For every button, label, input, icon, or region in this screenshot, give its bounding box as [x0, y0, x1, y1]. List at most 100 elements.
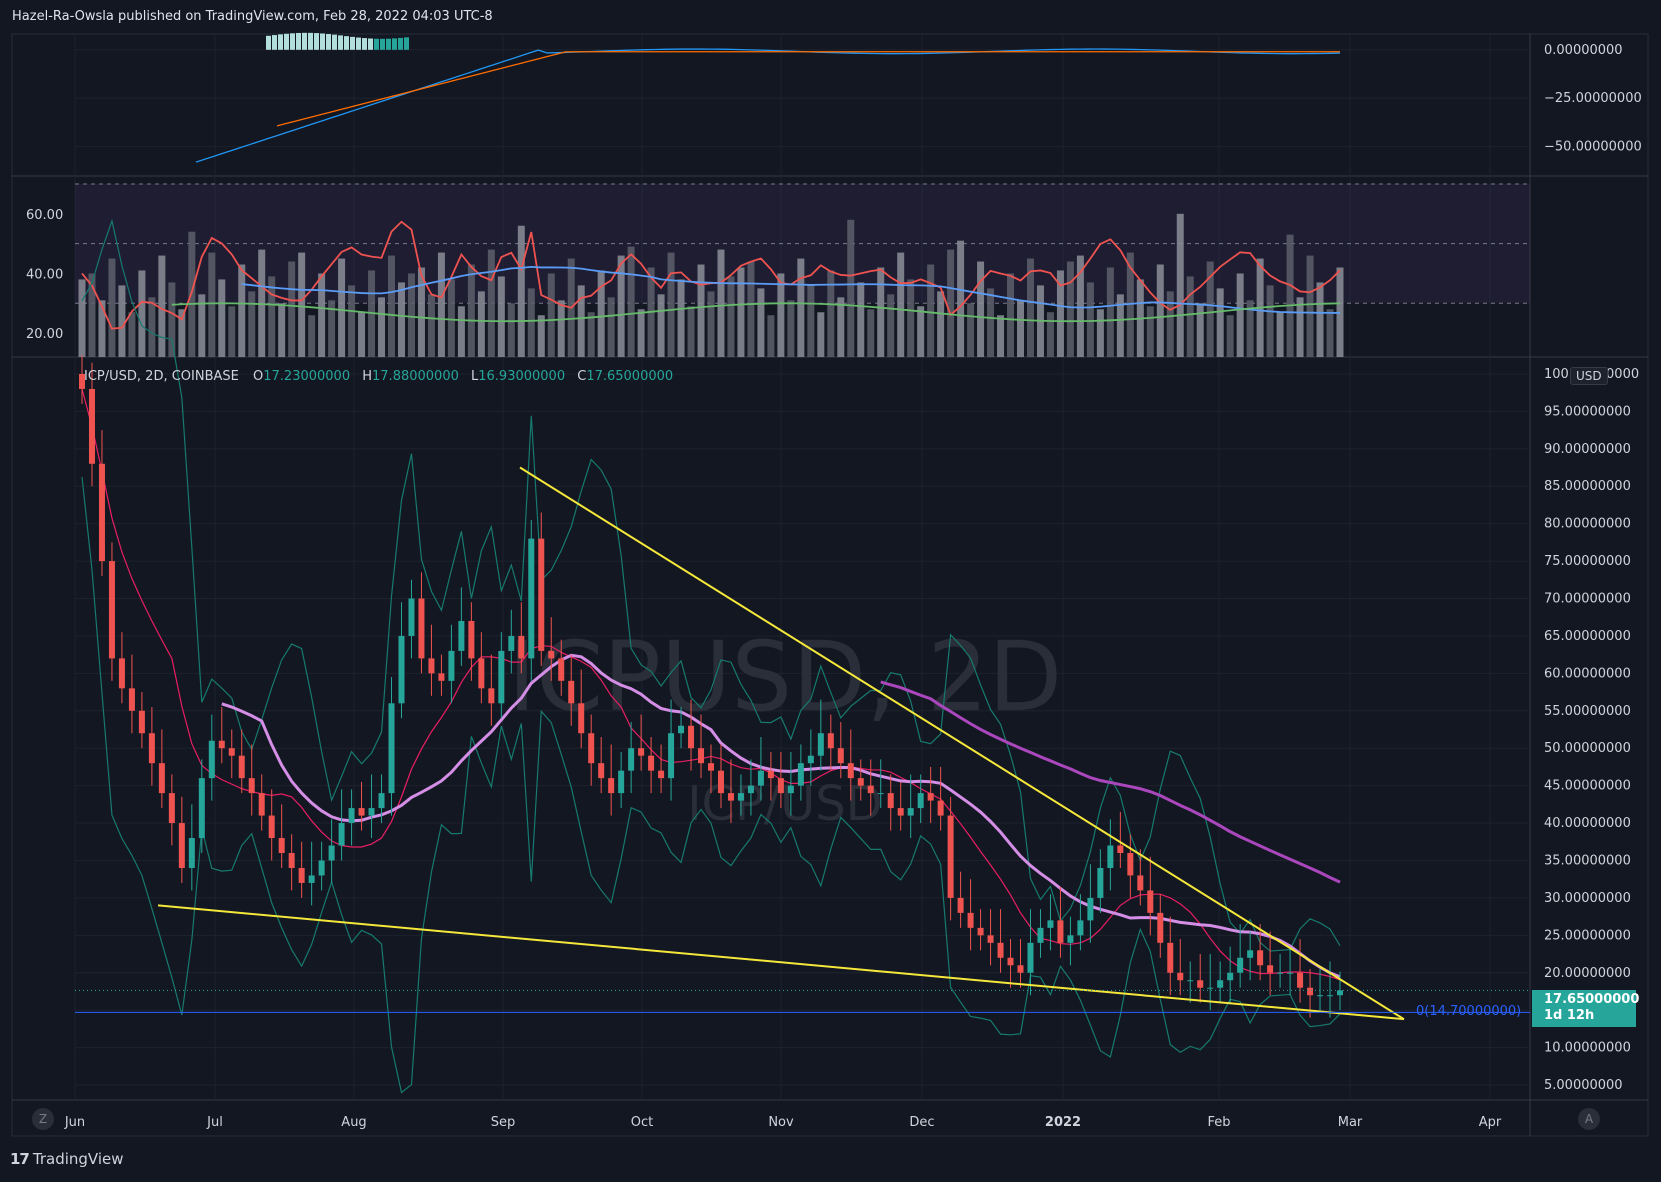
- candle-body: [877, 793, 884, 795]
- candle-body: [598, 763, 605, 779]
- volume-bar: [837, 297, 845, 357]
- volume-bar: [178, 309, 186, 357]
- candle-body: [727, 793, 734, 801]
- volume-bar: [977, 261, 985, 357]
- volume-bar: [987, 288, 995, 357]
- volume-bar: [807, 285, 815, 357]
- candle-body: [1057, 920, 1064, 943]
- candle-body: [997, 942, 1004, 958]
- volume-bar: [917, 306, 925, 357]
- zoom-button[interactable]: Z: [32, 1108, 54, 1130]
- trading-chart[interactable]: ICPUSD, 2D ICP/USD 100.0000000095.000000…: [0, 0, 1661, 1182]
- price-tick-label: 10.00000000: [1544, 1041, 1631, 1056]
- volume-bar: [657, 294, 665, 357]
- volume-bar: [388, 255, 396, 357]
- last-price-label: 17.65000000 1d 12h: [1532, 990, 1639, 1027]
- candle-body: [1067, 935, 1074, 943]
- macd-histogram-bar: [284, 33, 289, 50]
- volume-bar: [737, 267, 745, 357]
- macd-histogram-bar: [350, 36, 355, 50]
- time-tick-label: Jul: [206, 1115, 223, 1130]
- volume-bar: [1017, 300, 1025, 357]
- price-tick-label: 25.00000000: [1544, 928, 1631, 943]
- candle-body: [328, 845, 335, 861]
- candle-body: [1037, 927, 1044, 943]
- candle-body: [967, 912, 974, 928]
- volume-bar: [867, 309, 875, 357]
- candle-body: [288, 853, 295, 868]
- volume-bar: [587, 312, 595, 357]
- candle-body: [1177, 972, 1184, 981]
- candle-body: [837, 748, 844, 764]
- time-tick-label: Mar: [1338, 1115, 1363, 1130]
- volume-bar: [208, 252, 216, 357]
- volume-bar: [427, 294, 435, 357]
- fib-level-label: 0(14.70000000): [1416, 1004, 1522, 1019]
- macd-histogram-bar: [272, 35, 277, 50]
- volume-bar: [617, 255, 625, 357]
- volume-bar: [1216, 288, 1224, 357]
- volume-bar: [607, 297, 615, 357]
- candle-body: [158, 763, 165, 794]
- volume-bar: [677, 279, 685, 357]
- volume-bar: [1236, 273, 1244, 357]
- candle-body: [847, 763, 854, 779]
- volume-bar: [907, 279, 915, 357]
- macd-histogram-bar: [290, 33, 295, 50]
- candle-body: [398, 635, 405, 704]
- candle-body: [867, 785, 874, 794]
- price-tick-label: 55.00000000: [1544, 704, 1631, 719]
- macd-tick-label: −25.00000000: [1544, 91, 1642, 106]
- candle-body: [777, 778, 784, 794]
- volume-bar: [1266, 285, 1274, 357]
- time-tick-label: Nov: [768, 1115, 794, 1130]
- candle-body: [128, 688, 135, 711]
- macd-histogram-bar: [362, 38, 367, 50]
- price-tick-label: 70.00000000: [1544, 592, 1631, 607]
- macd-histogram-bar: [404, 37, 409, 50]
- time-tick-label: Aug: [341, 1115, 366, 1130]
- macd-line: [195, 48, 1341, 163]
- candle-body: [518, 635, 525, 659]
- volume-bar: [827, 270, 835, 357]
- candle-body: [218, 740, 225, 749]
- volume-bar: [817, 312, 825, 357]
- close-label: C: [577, 369, 587, 384]
- candle-body: [458, 620, 465, 651]
- candle-body: [428, 658, 435, 674]
- volume-bar: [467, 264, 475, 357]
- candle-body: [1167, 942, 1174, 973]
- macd-histogram-bar: [380, 38, 385, 50]
- volume-bar: [1326, 309, 1334, 357]
- candle-body: [438, 673, 445, 681]
- watermark-sub: ICP/USD: [687, 776, 882, 832]
- volume-bar: [1086, 282, 1094, 357]
- auto-scale-button[interactable]: A: [1578, 1108, 1600, 1130]
- currency-button[interactable]: USD: [1570, 367, 1608, 385]
- volume-bar: [1166, 291, 1174, 357]
- volume-bar: [727, 276, 735, 357]
- candle-body: [448, 650, 455, 681]
- symbol-label: ICP/USD, 2D, COINBASE: [84, 369, 239, 384]
- volume-bar: [228, 306, 236, 357]
- macd-histogram-bar: [392, 38, 397, 50]
- macd-histogram-bar: [398, 37, 403, 50]
- candle-body: [1107, 845, 1114, 868]
- volume-bar: [128, 312, 136, 357]
- candle-body: [698, 748, 705, 764]
- volume-bar: [318, 273, 326, 357]
- price-tick-label: 60.00000000: [1544, 666, 1631, 681]
- volume-bar: [1276, 312, 1284, 357]
- macd-histogram-bar: [314, 33, 319, 50]
- macd-histogram-bar: [368, 38, 373, 50]
- candle-body: [608, 778, 615, 794]
- candle-body: [1117, 845, 1124, 853]
- volume-bar: [78, 279, 86, 357]
- volume-bar: [308, 315, 316, 357]
- high-label: H: [362, 369, 373, 384]
- macd-histogram-bar: [308, 32, 313, 50]
- volume-bar: [1306, 255, 1314, 357]
- volume-bar: [1286, 234, 1294, 357]
- candle-body: [538, 538, 545, 651]
- open-label: O: [253, 369, 264, 384]
